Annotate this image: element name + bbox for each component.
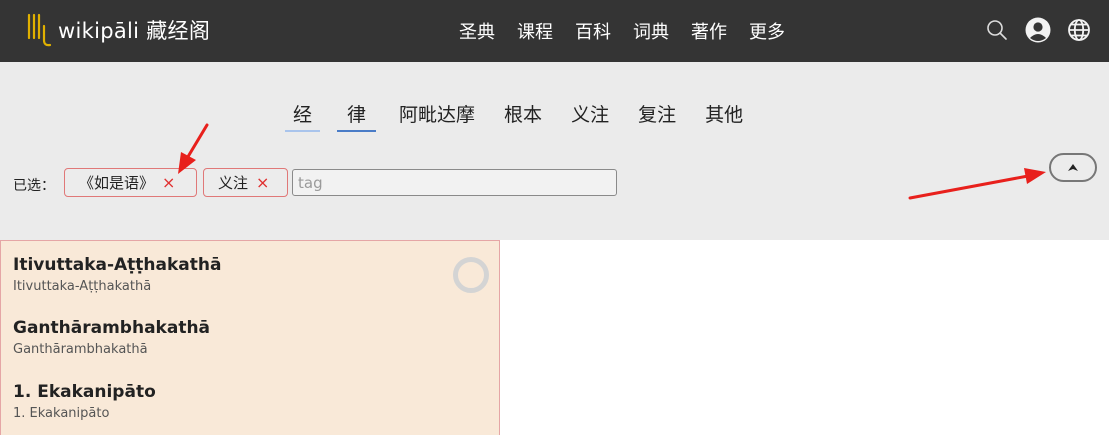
nav-item-wiki[interactable]: 百科 [575,18,611,44]
tag-label: 义注 [218,174,249,192]
result-subtitle: Itivuttaka-Aṭṭhakathā [13,279,152,294]
tab-sutta[interactable]: 经 [285,100,321,132]
nav-item-dictionary[interactable]: 词典 [633,18,669,44]
close-icon[interactable]: × [256,173,269,192]
tab-abhidhamma[interactable]: 阿毗达摩 [393,100,481,132]
tab-vinaya[interactable]: 律 [337,100,377,132]
nav-item-courses[interactable]: 课程 [517,18,553,44]
tab-mula[interactable]: 根本 [498,100,548,132]
tab-other[interactable]: 其他 [699,100,749,132]
result-subtitle: Ganthārambhakathā [13,342,148,357]
result-title: Ganthārambhakathā [13,318,211,338]
category-tabs: 经 律 阿毗达摩 根本 义注 复注 其他 [282,100,763,132]
tab-tika[interactable]: 复注 [632,100,682,132]
selected-label: 已选： [13,178,55,194]
list-item[interactable]: Itivuttaka-Aṭṭhakathā Itivuttaka-Aṭṭhaka… [13,255,221,294]
header-actions [969,17,1092,43]
result-title: 1. Ekakanipāto [13,382,156,402]
selected-tag-atthakatha[interactable]: 义注 × [203,168,288,197]
tab-atthakatha[interactable]: 义注 [565,100,615,132]
loading-spinner-icon [453,257,489,293]
tag-label: 《如是语》 [79,174,155,192]
close-icon[interactable]: × [162,173,175,192]
logo-text: wikipāli 藏经阁 [58,19,211,43]
collapse-filter-button[interactable] [1049,153,1097,182]
site-logo[interactable]: wikipāli 藏经阁 [26,12,210,48]
globe-icon[interactable] [1066,17,1092,43]
list-item[interactable]: Ganthārambhakathā Ganthārambhakathā [13,318,210,357]
filter-panel: 经 律 阿毗达摩 根本 义注 复注 其他 已选： 《如是语》 × 义注 × [0,62,1109,240]
results-list: Itivuttaka-Aṭṭhakathā Itivuttaka-Aṭṭhaka… [0,240,500,435]
chevron-up-icon [1068,164,1078,171]
user-icon[interactable] [1025,17,1051,43]
selected-tag-itivuttaka[interactable]: 《如是语》 × [64,168,197,197]
result-title: Itivuttaka-Aṭṭhakathā [13,255,222,275]
nav-item-writings[interactable]: 著作 [691,18,727,44]
logo-icon [27,13,52,47]
nav-item-canon[interactable]: 圣典 [459,18,495,44]
nav-item-more[interactable]: 更多 [749,18,785,44]
search-icon[interactable] [984,17,1010,43]
main-nav: 圣典 课程 百科 词典 著作 更多 [448,18,796,44]
top-navbar: wikipāli 藏经阁 圣典 课程 百科 词典 著作 更多 [0,0,1109,62]
tag-input[interactable] [292,169,617,196]
list-item[interactable]: 1. Ekakanipāto 1. Ekakanipāto [13,382,156,421]
result-subtitle: 1. Ekakanipāto [13,406,110,421]
